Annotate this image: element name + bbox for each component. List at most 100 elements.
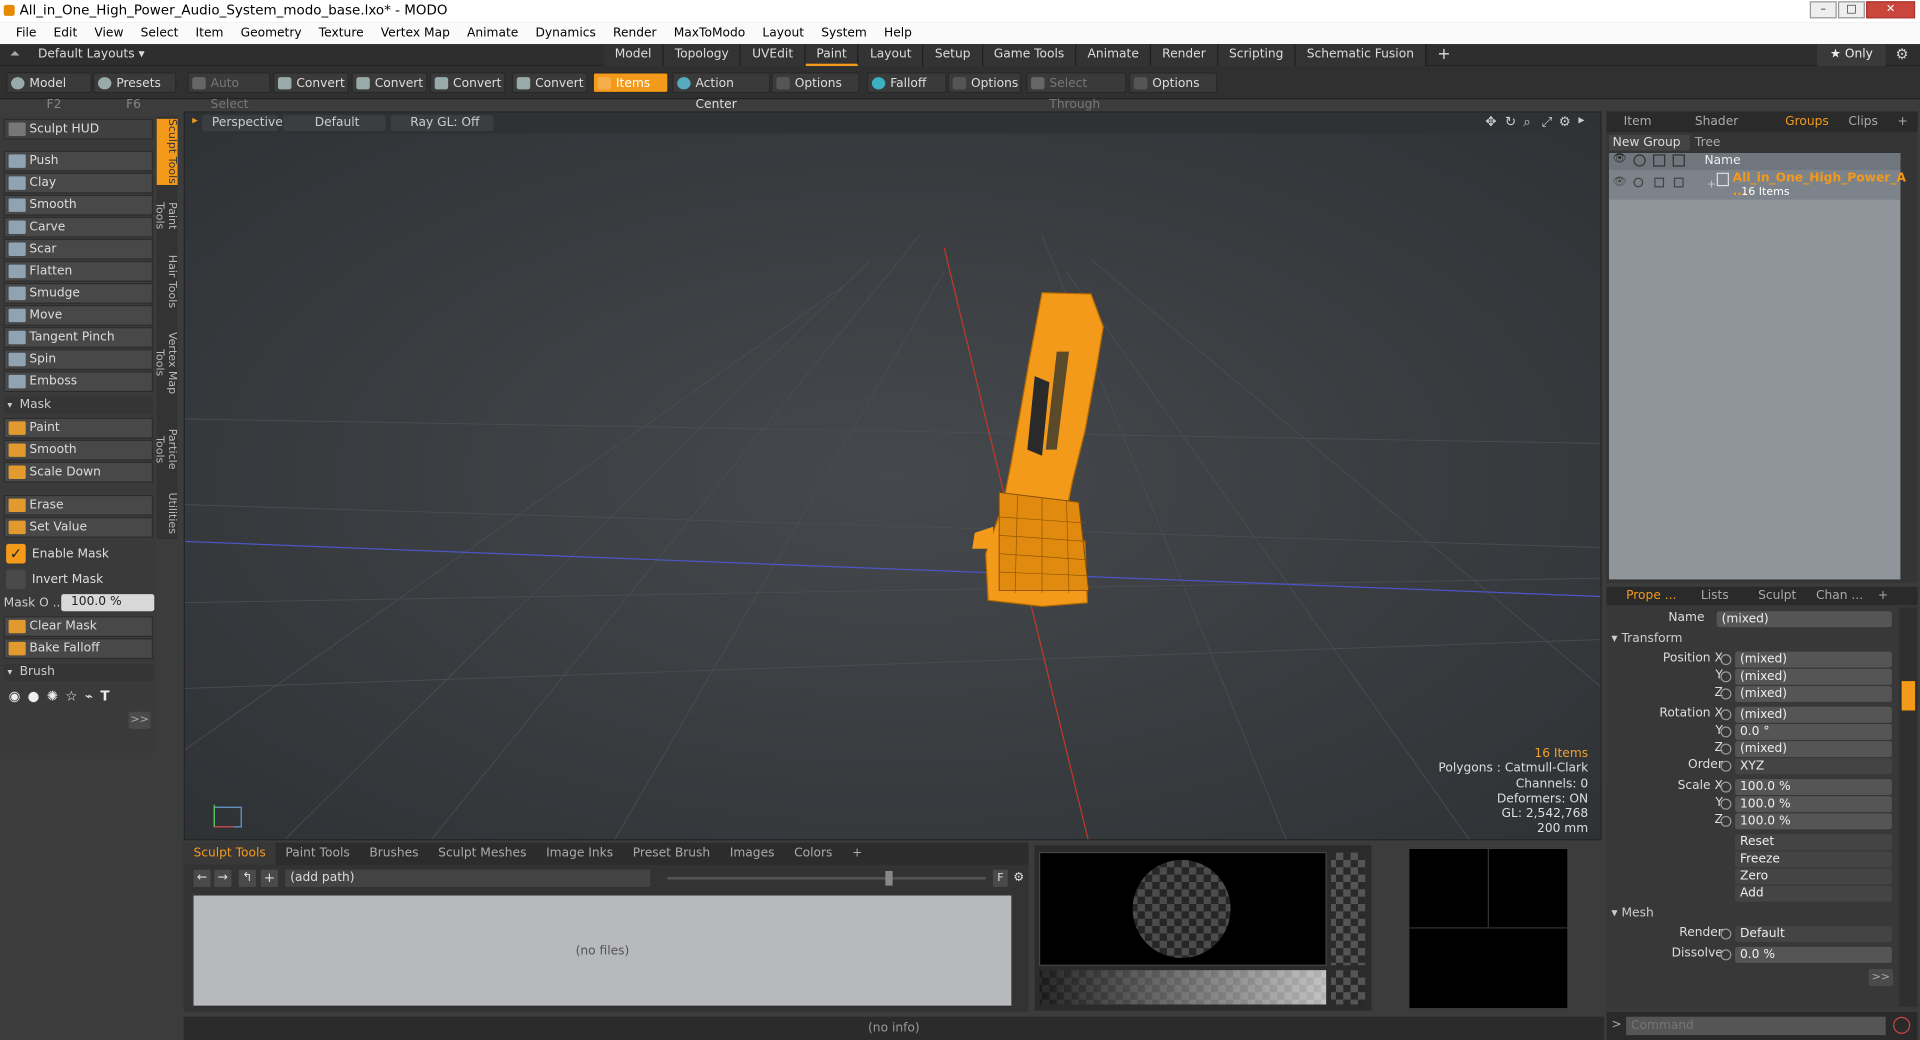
- tool-spin[interactable]: Spin: [3, 349, 154, 370]
- bake-falloff-button[interactable]: Bake Falloff: [3, 638, 154, 660]
- scale-z-key-icon[interactable]: [1720, 815, 1732, 827]
- menu-help[interactable]: Help: [875, 26, 920, 39]
- splatter-brush-icon[interactable]: ✺: [47, 688, 58, 704]
- menu-select[interactable]: Select: [132, 26, 187, 39]
- add-path-icon[interactable]: +: [260, 869, 278, 887]
- command-history-icon[interactable]: [1893, 1016, 1911, 1034]
- options-button-3[interactable]: Options: [1128, 72, 1218, 94]
- tool-clay[interactable]: Clay: [3, 172, 154, 194]
- slider-handle[interactable]: [885, 870, 893, 886]
- active-side-tab[interactable]: [1901, 681, 1916, 711]
- tab-setup[interactable]: Setup: [923, 44, 983, 67]
- tab-preset-brush[interactable]: Preset Brush: [623, 843, 720, 865]
- filter-icon[interactable]: F: [993, 869, 1008, 887]
- pan-icon[interactable]: ✥: [1485, 114, 1496, 130]
- only-toggle[interactable]: ★ Only: [1817, 44, 1886, 67]
- menu-vertex-map[interactable]: Vertex Map: [372, 26, 458, 39]
- convert-button-2[interactable]: Convert: [351, 72, 428, 94]
- tool-carve[interactable]: Carve: [3, 216, 154, 238]
- convert-button-3[interactable]: Convert: [429, 72, 506, 94]
- name-field[interactable]: (mixed): [1716, 611, 1892, 628]
- layout-icon[interactable]: ⏶: [10, 48, 20, 61]
- browser-settings-icon[interactable]: ⚙: [1011, 870, 1026, 887]
- raygl-toggle[interactable]: Ray GL: Off: [390, 115, 494, 132]
- tab-scripting[interactable]: Scripting: [1217, 44, 1296, 67]
- visibility-col-icon[interactable]: 👁: [1613, 153, 1627, 165]
- rotation-z-field[interactable]: (mixed): [1735, 741, 1892, 758]
- brush-section-header[interactable]: Brush: [3, 663, 154, 682]
- shading-dropdown[interactable]: Default: [282, 115, 386, 132]
- menu-item[interactable]: Item: [187, 26, 232, 39]
- select-toggle-icon[interactable]: [1673, 177, 1684, 188]
- tool-scar[interactable]: Scar: [3, 238, 154, 260]
- scale-y-field[interactable]: 100.0 %: [1735, 796, 1892, 813]
- utilities-vtab[interactable]: Utilities: [157, 491, 177, 535]
- transform-section-header[interactable]: ▾ Transform: [1611, 632, 1682, 645]
- render-col-icon[interactable]: [1633, 154, 1646, 167]
- rotate-icon[interactable]: ↻: [1505, 114, 1516, 130]
- mask-smooth[interactable]: Smooth: [3, 439, 154, 461]
- tab-images[interactable]: Images: [720, 843, 784, 865]
- tab-render[interactable]: Render: [1151, 44, 1218, 67]
- viewport-scene[interactable]: [184, 112, 1602, 841]
- scale-z-field[interactable]: 100.0 %: [1735, 813, 1892, 830]
- add-panel-tab-button[interactable]: +: [1888, 111, 1918, 132]
- clear-mask-button[interactable]: Clear Mask: [3, 616, 154, 637]
- tab-shader-tree[interactable]: Shader Tree: [1685, 111, 1775, 149]
- dissolve-key-icon[interactable]: [1720, 949, 1732, 961]
- enable-mask-checkbox[interactable]: ✓: [6, 543, 26, 564]
- viewport-expand-arrow-icon[interactable]: ▸: [1578, 114, 1584, 127]
- add-props-tab-button[interactable]: +: [1870, 587, 1895, 605]
- presets-button[interactable]: Presets F6: [93, 72, 177, 111]
- maximize-button[interactable]: □: [1837, 1, 1865, 19]
- tool-smudge[interactable]: Smudge: [3, 282, 154, 304]
- mask-paint[interactable]: Paint: [3, 417, 154, 439]
- menu-render[interactable]: Render: [604, 26, 665, 39]
- group-row[interactable]: 👁 + All_in_One_High_Power_A ... 16 Items: [1608, 170, 1906, 200]
- position-x-key-icon[interactable]: [1720, 654, 1732, 666]
- convert-button-1[interactable]: Convert: [273, 72, 349, 94]
- text-brush-icon[interactable]: T: [100, 688, 109, 704]
- rotation-y-field[interactable]: 0.0 °: [1735, 723, 1892, 740]
- reset-dropdown[interactable]: Reset: [1735, 834, 1892, 851]
- position-x-field[interactable]: (mixed): [1735, 651, 1892, 668]
- tab-groups[interactable]: Groups: [1775, 111, 1838, 132]
- path-dropdown[interactable]: (add path): [285, 869, 651, 887]
- particle-tools-vtab[interactable]: Particle Tools: [153, 414, 177, 485]
- default-layouts-dropdown[interactable]: Default Layouts ▾: [38, 48, 145, 61]
- up-folder-icon[interactable]: ↰: [238, 869, 256, 887]
- tab-properties[interactable]: Prope ...: [1607, 587, 1684, 605]
- tab-lists[interactable]: Lists: [1684, 587, 1746, 605]
- tab-item-list[interactable]: Item List: [1607, 111, 1686, 149]
- mask-scale-down[interactable]: Scale Down: [3, 461, 154, 483]
- sculpt-tools-vtab[interactable]: Sculpt Tools: [156, 118, 178, 185]
- menu-layout[interactable]: Layout: [754, 26, 813, 39]
- mesh-section-header[interactable]: ▾ Mesh: [1611, 906, 1653, 919]
- viewport-menu-arrow-icon[interactable]: ▸: [192, 115, 198, 127]
- forward-arrow-icon[interactable]: →: [214, 869, 232, 887]
- tab-paint-tools[interactable]: Paint Tools: [276, 843, 360, 865]
- add-dropdown[interactable]: Add: [1735, 885, 1892, 902]
- hair-tools-vtab[interactable]: Hair Tools: [157, 254, 177, 310]
- tab-paint[interactable]: Paint: [805, 44, 859, 67]
- render-key-icon[interactable]: [1720, 928, 1732, 940]
- menu-maxtomodo[interactable]: MaxToModo: [665, 26, 754, 39]
- scale-x-field[interactable]: 100.0 %: [1735, 779, 1892, 796]
- tab-clips[interactable]: Clips: [1839, 111, 1888, 132]
- menu-view[interactable]: View: [86, 26, 132, 39]
- rotation-x-field[interactable]: (mixed): [1735, 706, 1892, 723]
- tab-schematic-fusion[interactable]: Schematic Fusion: [1295, 44, 1427, 67]
- menu-edit[interactable]: Edit: [45, 26, 86, 39]
- color-swatch-panel[interactable]: [1408, 847, 1570, 1010]
- position-y-field[interactable]: (mixed): [1735, 668, 1892, 685]
- tab-topology[interactable]: Topology: [663, 44, 742, 67]
- command-input[interactable]: [1626, 1016, 1886, 1036]
- render-toggle-icon[interactable]: [1633, 177, 1644, 188]
- paint-tools-vtab[interactable]: Paint Tools: [153, 187, 177, 243]
- position-y-key-icon[interactable]: [1720, 671, 1732, 683]
- add-tab-button[interactable]: +: [1426, 44, 1461, 66]
- scale-y-key-icon[interactable]: [1720, 798, 1732, 810]
- tab-animate[interactable]: Animate: [1076, 44, 1152, 67]
- tab-layout[interactable]: Layout: [858, 44, 924, 67]
- menu-animate[interactable]: Animate: [458, 26, 526, 39]
